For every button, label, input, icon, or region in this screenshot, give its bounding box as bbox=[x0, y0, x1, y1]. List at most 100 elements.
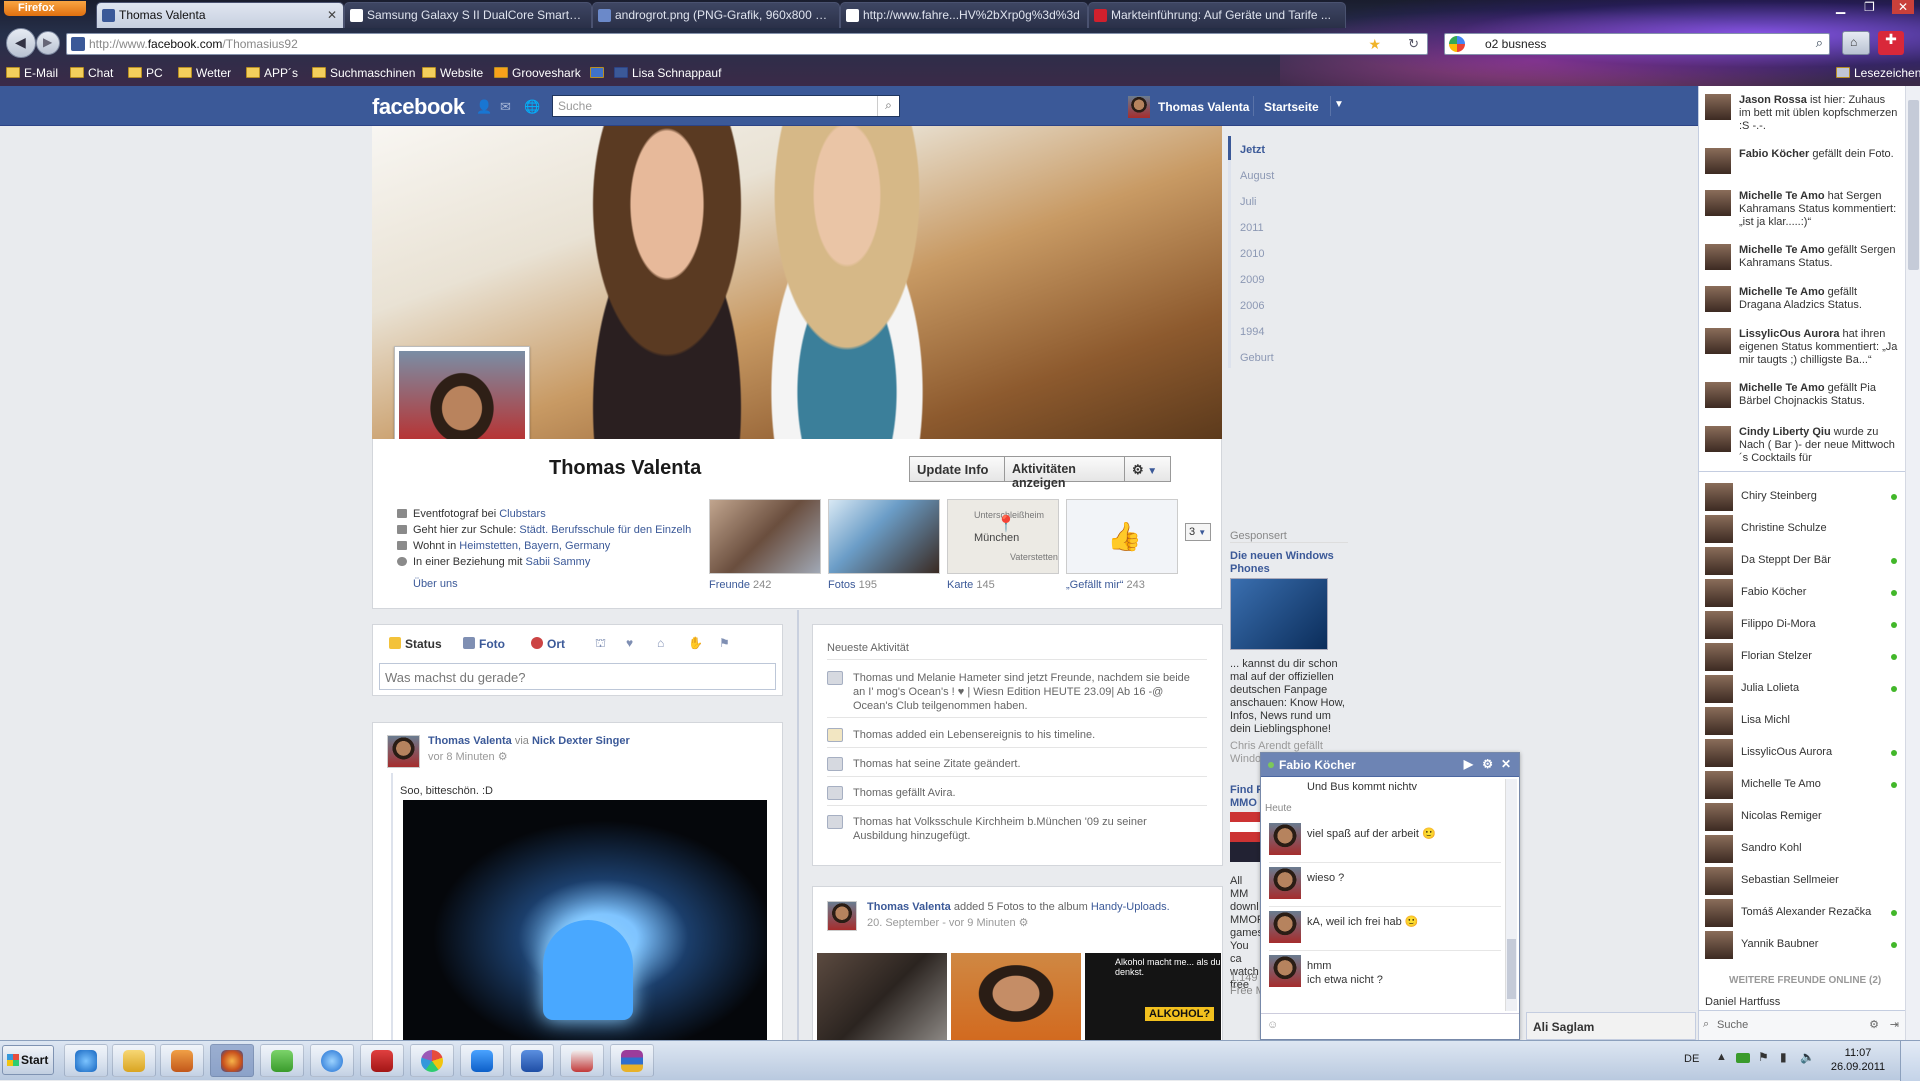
internet-explorer-taskbar-icon[interactable] bbox=[64, 1044, 108, 1077]
word-taskbar-icon[interactable] bbox=[510, 1044, 554, 1077]
life-event-flag-icon[interactable]: ⚑ bbox=[719, 636, 730, 650]
ad2-title[interactable]: Find F bbox=[1230, 784, 1263, 796]
bookmark-website[interactable]: Website bbox=[422, 66, 483, 80]
life-event-health-icon[interactable]: ✋ bbox=[688, 636, 703, 650]
bookmark-chat[interactable]: Chat bbox=[70, 66, 113, 80]
timeline-geburt[interactable]: Geburt bbox=[1240, 352, 1274, 364]
scrollbar-thumb[interactable] bbox=[1908, 100, 1919, 270]
search-icon[interactable]: ⌕ bbox=[1816, 35, 1823, 51]
about-link[interactable]: Über uns bbox=[413, 578, 458, 590]
activity-life-event[interactable]: Thomas added ein Lebensereignis to his t… bbox=[827, 728, 1203, 742]
chat-friend[interactable]: Nicolas Remiger bbox=[1705, 802, 1901, 832]
post-image[interactable] bbox=[403, 800, 767, 1041]
tab-thomas-valenta[interactable]: Thomas Valenta ✕ bbox=[96, 2, 344, 28]
volume-icon[interactable]: 🔈 bbox=[1800, 1050, 1815, 1064]
user-avatar[interactable] bbox=[1128, 96, 1150, 118]
facebook-logo[interactable]: facebook bbox=[372, 94, 465, 120]
photos-label[interactable]: Fotos 195 bbox=[828, 579, 877, 591]
bookmark-apps[interactable]: APP´s bbox=[246, 66, 298, 80]
chat-friend[interactable]: Sebastian Sellmeier bbox=[1705, 866, 1901, 896]
network-icon[interactable]: ▮ bbox=[1780, 1050, 1787, 1064]
chat-search-input[interactable]: ⌕ Suche ⚙ ⇥ bbox=[1699, 1010, 1905, 1040]
account-menu-chevron-icon[interactable]: ▼ bbox=[1334, 99, 1344, 110]
album-photo-2[interactable] bbox=[951, 953, 1081, 1041]
sender-avatar[interactable] bbox=[1269, 867, 1301, 899]
settings-menu-button[interactable]: ⚙ ▼ bbox=[1125, 456, 1171, 482]
chat-friend[interactable]: Yannik Baubner bbox=[1705, 930, 1901, 960]
chat-friend[interactable]: Lisa Michl bbox=[1705, 706, 1901, 736]
ad-image-windows-phone[interactable] bbox=[1230, 578, 1328, 650]
itunes-taskbar-icon[interactable] bbox=[310, 1044, 354, 1077]
bookmark-wetter[interactable]: Wetter bbox=[178, 66, 231, 80]
friend-requests-icon[interactable]: 👤 bbox=[476, 99, 492, 115]
map-thumbnail[interactable]: Unterschleißheim München Vaterstetten 📍 bbox=[947, 499, 1059, 574]
more-sections-button[interactable]: 3 ▼ bbox=[1185, 523, 1211, 541]
bookmark-lisa-schnappauf[interactable]: Lisa Schnappauf bbox=[614, 66, 721, 80]
school-link[interactable]: Städt. Berufsschule für den Einzelh bbox=[519, 524, 691, 536]
ad-title[interactable]: Die neuen Windows Phones bbox=[1230, 550, 1348, 576]
messages-icon[interactable]: ✉ bbox=[500, 99, 511, 115]
facebook-search-input[interactable]: Suche ⌕ bbox=[552, 95, 900, 117]
tab-samsung[interactable]: Samsung Galaxy S II DualCore Smartph... bbox=[344, 2, 592, 28]
post-time[interactable]: 20. September - vor 9 Minuten ⚙ bbox=[867, 916, 1029, 929]
timeline-2011[interactable]: 2011 bbox=[1240, 222, 1264, 234]
forward-button[interactable]: ▶ bbox=[36, 31, 60, 55]
likes-thumbnail[interactable]: 👍 bbox=[1066, 499, 1178, 574]
tab-photo[interactable]: Foto bbox=[463, 637, 505, 651]
view-activity-button[interactable]: Aktivitäten anzeigen bbox=[1005, 456, 1125, 490]
photos-thumbnail[interactable] bbox=[828, 499, 940, 574]
snipping-tool-taskbar-icon[interactable] bbox=[560, 1044, 604, 1077]
timeline-1994[interactable]: 1994 bbox=[1240, 326, 1264, 338]
activity-like[interactable]: Thomas gefällt Avira. bbox=[827, 786, 1203, 800]
pop-out-icon[interactable]: ⇥ bbox=[1890, 1018, 1899, 1031]
ad2-image[interactable] bbox=[1230, 812, 1260, 862]
emoticon-icon[interactable]: ☺ bbox=[1267, 1019, 1278, 1031]
system-clock[interactable]: 11:07 26.09.2011 bbox=[1828, 1046, 1888, 1074]
likes-label[interactable]: „Gefällt mir“ 243 bbox=[1066, 579, 1145, 591]
winrar-taskbar-icon[interactable] bbox=[610, 1044, 654, 1077]
update-info-button[interactable]: Update Info bbox=[909, 456, 1005, 482]
explorer-taskbar-icon[interactable] bbox=[112, 1044, 156, 1077]
back-button[interactable]: ◀ bbox=[6, 28, 36, 58]
gear-icon[interactable]: ⚙ bbox=[1482, 757, 1493, 771]
friends-thumbnail[interactable] bbox=[709, 499, 821, 574]
chat-friend[interactable]: Filippo Di-Mora bbox=[1705, 610, 1901, 640]
activity-quotes[interactable]: Thomas hat seine Zitate geändert. bbox=[827, 757, 1203, 771]
map-label[interactable]: Karte 145 bbox=[947, 579, 995, 591]
chat-friend-partial[interactable]: Daniel Hartfuss bbox=[1705, 996, 1780, 1008]
tab-status[interactable]: Status bbox=[389, 637, 442, 651]
video-call-icon[interactable]: ▶ bbox=[1464, 757, 1473, 771]
life-event-heart-icon[interactable]: ♥ bbox=[626, 636, 633, 650]
tray-app-icon[interactable] bbox=[1736, 1053, 1750, 1063]
chat-friend[interactable]: Christine Schulze bbox=[1705, 514, 1901, 544]
timeline-august[interactable]: August bbox=[1240, 170, 1274, 182]
more-friends-online[interactable]: WEITERE FREUNDE ONLINE (2) bbox=[1729, 975, 1881, 986]
post-via-link[interactable]: Nick Dexter Singer bbox=[532, 735, 630, 747]
teamviewer-taskbar-icon[interactable] bbox=[460, 1044, 504, 1077]
language-indicator[interactable]: DE bbox=[1684, 1053, 1699, 1065]
media-player-taskbar-icon[interactable] bbox=[160, 1044, 204, 1077]
notifications-icon[interactable]: 🌐 bbox=[524, 99, 540, 115]
activity-education[interactable]: Thomas hat Volksschule Kirchheim b.Münch… bbox=[827, 815, 1203, 843]
flag-icon[interactable]: ⚑ bbox=[1758, 1050, 1769, 1064]
chat-friend[interactable]: LissylicOus Aurora bbox=[1705, 738, 1901, 768]
tray-expand-icon[interactable]: ▲ bbox=[1716, 1051, 1727, 1063]
chat-scroll-thumb[interactable] bbox=[1507, 939, 1516, 999]
timeline-juli[interactable]: Juli bbox=[1240, 196, 1257, 208]
maximize-icon[interactable]: ❐ bbox=[1864, 0, 1875, 14]
timeline-2010[interactable]: 2010 bbox=[1240, 248, 1264, 260]
chat-friend[interactable]: Chiry Steinberg bbox=[1705, 482, 1901, 512]
chat-friend[interactable]: Sandro Kohl bbox=[1705, 834, 1901, 864]
gear-icon[interactable]: ⚙ bbox=[1869, 1018, 1879, 1031]
timeline-jetzt[interactable]: Jetzt bbox=[1240, 144, 1265, 156]
post-author-link[interactable]: Thomas Valenta bbox=[867, 901, 951, 913]
minimize-icon[interactable]: ▁ bbox=[1836, 0, 1845, 14]
chat-friend[interactable]: Fabio Köcher bbox=[1705, 578, 1901, 608]
post-author-link[interactable]: Thomas Valenta bbox=[428, 735, 512, 747]
life-event-home-icon[interactable]: ⌂ bbox=[657, 636, 664, 650]
firefox-taskbar-icon[interactable] bbox=[210, 1044, 254, 1077]
page-scrollbar[interactable] bbox=[1905, 86, 1920, 1040]
ad2-subtitle[interactable]: MMO bbox=[1230, 797, 1257, 809]
url-bar[interactable]: http://www.facebook.com/Thomasius92 ★ ↻ bbox=[66, 33, 1428, 55]
chat-input[interactable]: ☺ bbox=[1261, 1013, 1519, 1039]
